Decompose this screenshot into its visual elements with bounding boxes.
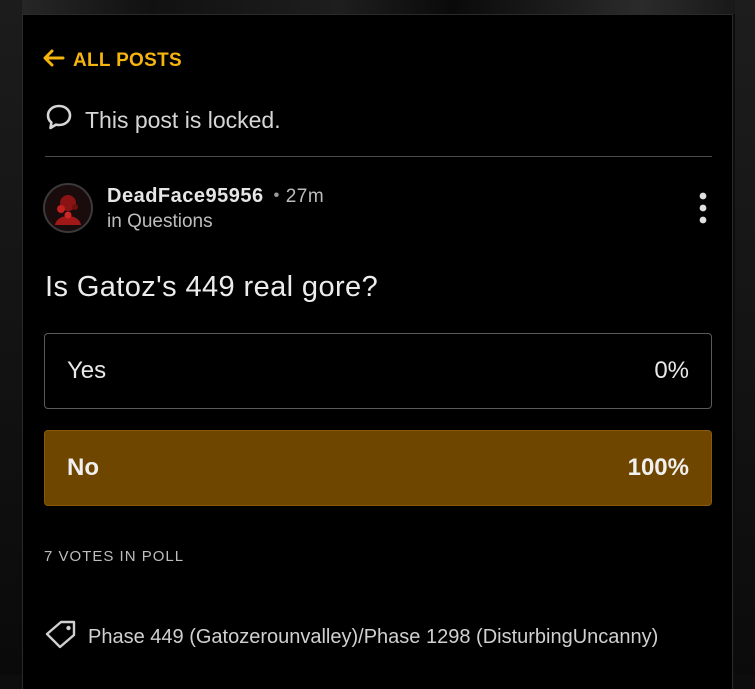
locked-text: This post is locked. (85, 106, 281, 133)
background-left (0, 0, 22, 675)
post-tags[interactable]: Phase 449 (Gatozerounvalley)/Phase 1298 … (44, 619, 658, 655)
post-card: ALL POSTS This post is locked. DeadFace9… (22, 14, 733, 689)
more-vertical-icon (693, 192, 713, 231)
author-line: DeadFace95956 • 27m (107, 185, 324, 208)
author-row: DeadFace95956 • 27m in Questions (43, 183, 713, 239)
background-right (735, 0, 755, 675)
poll-option-label: Yes (67, 357, 107, 384)
post-question: Is Gatoz's 449 real gore? (45, 271, 379, 303)
more-options-button[interactable] (693, 191, 713, 227)
avatar[interactable] (43, 183, 93, 233)
poll-option-yes[interactable]: Yes 0% (44, 333, 712, 409)
poll-option-no[interactable]: No 100% (44, 430, 712, 506)
all-posts-link[interactable]: ALL POSTS (43, 49, 182, 73)
arrow-left-icon (43, 49, 65, 73)
tag-icon (44, 619, 78, 655)
poll-option-percent: 0% (654, 357, 689, 384)
tag-text: Phase 449 (Gatozerounvalley)/Phase 1298 … (88, 625, 659, 648)
post-category[interactable]: in Questions (107, 211, 213, 233)
separator-dot: • (273, 187, 280, 204)
post-time: 27m (285, 186, 325, 207)
poll-option-percent: 100% (627, 454, 689, 481)
all-posts-label: ALL POSTS (73, 50, 182, 71)
divider (45, 156, 712, 157)
author-name[interactable]: DeadFace95956 (107, 185, 264, 207)
locked-notice: This post is locked. (45, 103, 281, 137)
poll-vote-count: 7 VOTES IN POLL (44, 548, 185, 565)
speech-bubble-icon (45, 103, 73, 137)
background-strip (0, 0, 755, 14)
poll-option-label: No (67, 454, 99, 481)
